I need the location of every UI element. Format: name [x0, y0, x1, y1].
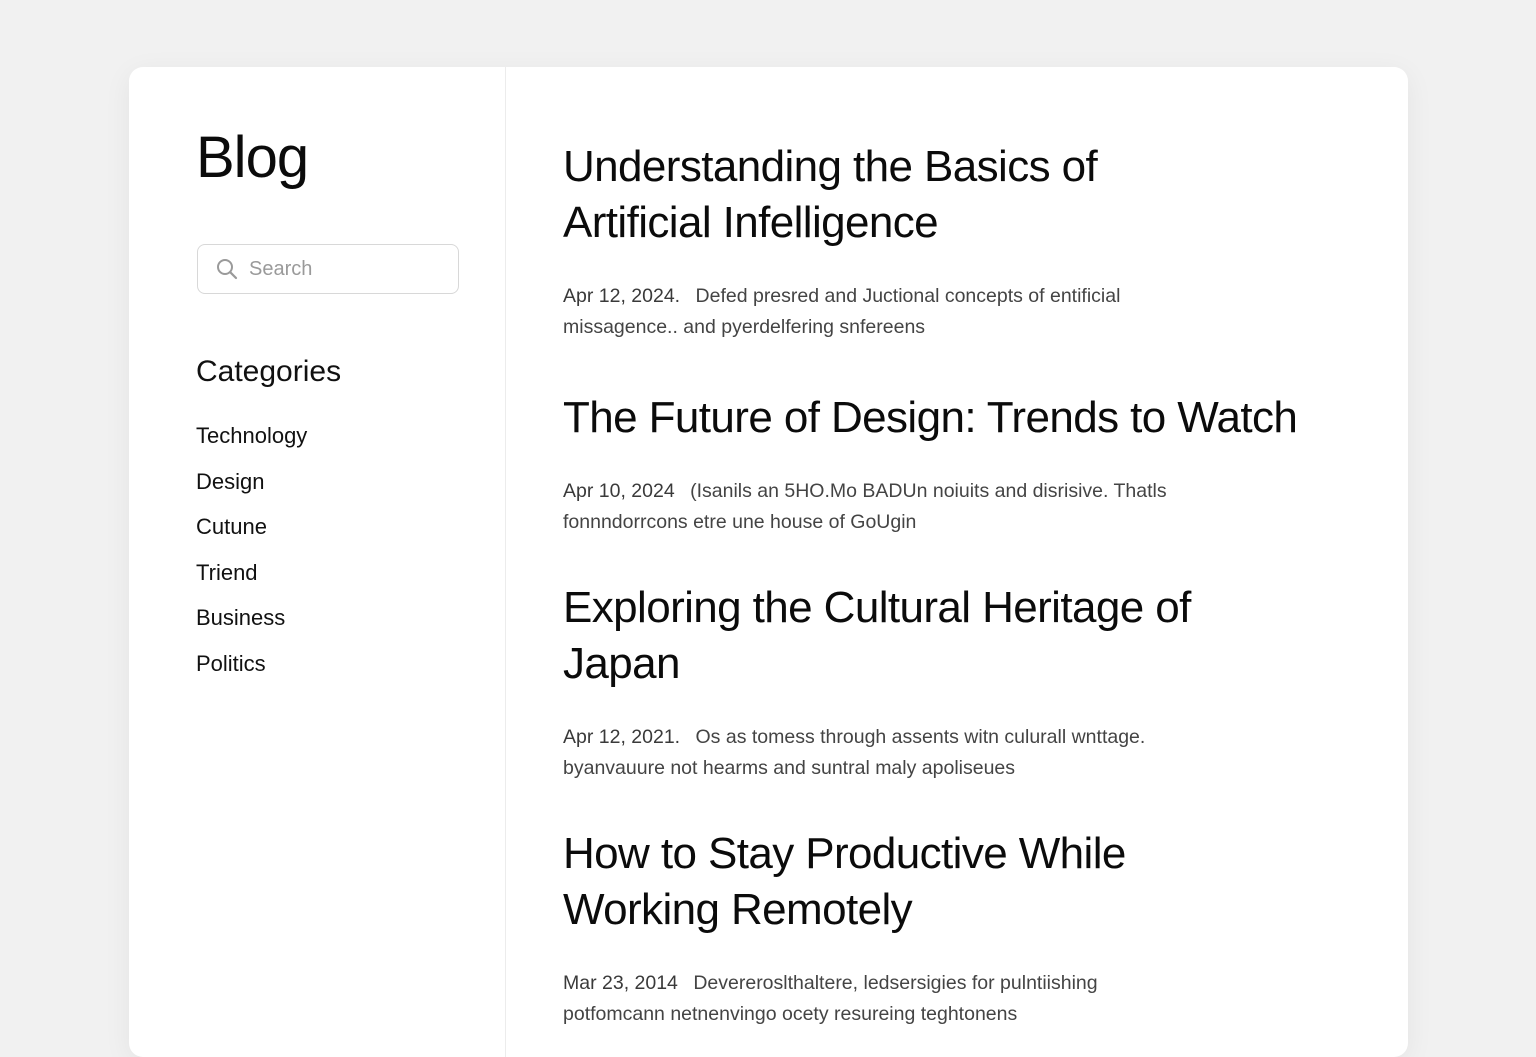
- blog-card: Blog Categories Technology Design Cutune…: [129, 67, 1408, 1057]
- post-title[interactable]: Exploring the Cultural Heritage of Japan: [563, 580, 1223, 692]
- post-meta: Apr 12, 2021. Os as tomess through assen…: [563, 722, 1173, 784]
- category-link-cutune[interactable]: Cutune: [196, 516, 307, 562]
- post-date: Mar 23, 2014: [563, 972, 678, 994]
- post-meta: Mar 23, 2014 Devereroslthaltere, ledsers…: [563, 968, 1173, 1030]
- search-box[interactable]: [197, 244, 459, 294]
- category-link-triend[interactable]: Triend: [196, 561, 307, 608]
- post-item: Understanding the Basics of Artificial I…: [563, 139, 1383, 343]
- sidebar: Blog Categories Technology Design Cutune…: [129, 67, 506, 1057]
- category-link-technology[interactable]: Technology: [196, 425, 307, 471]
- post-meta: Apr 12, 2024. Defed presred and Juctiona…: [563, 281, 1173, 343]
- post-date: Apr 12, 2021.: [563, 726, 681, 748]
- post-item: The Future of Design: Trends to Watch Ap…: [563, 390, 1383, 538]
- blog-title: Blog: [196, 125, 309, 190]
- post-item: How to Stay Productive While Working Rem…: [563, 826, 1383, 1030]
- search-input[interactable]: [247, 256, 441, 282]
- category-link-business[interactable]: Business: [196, 607, 307, 653]
- category-list: Technology Design Cutune Triend Business…: [196, 425, 307, 698]
- post-item: Exploring the Cultural Heritage of Japan…: [563, 580, 1383, 784]
- post-title[interactable]: The Future of Design: Trends to Watch: [563, 390, 1383, 446]
- post-date: Apr 12, 2024.: [563, 285, 681, 307]
- post-date: Apr 10, 2024: [563, 480, 675, 502]
- post-meta: Apr 10, 2024 (Isanils an 5HO.Mo BADUn no…: [563, 476, 1173, 538]
- search-icon: [217, 259, 238, 280]
- post-title[interactable]: How to Stay Productive While Working Rem…: [563, 826, 1203, 938]
- post-title[interactable]: Understanding the Basics of Artificial I…: [563, 139, 1183, 251]
- category-link-politics[interactable]: Politics: [196, 652, 307, 699]
- category-link-design[interactable]: Design: [196, 470, 307, 517]
- categories-heading: Categories: [196, 355, 342, 388]
